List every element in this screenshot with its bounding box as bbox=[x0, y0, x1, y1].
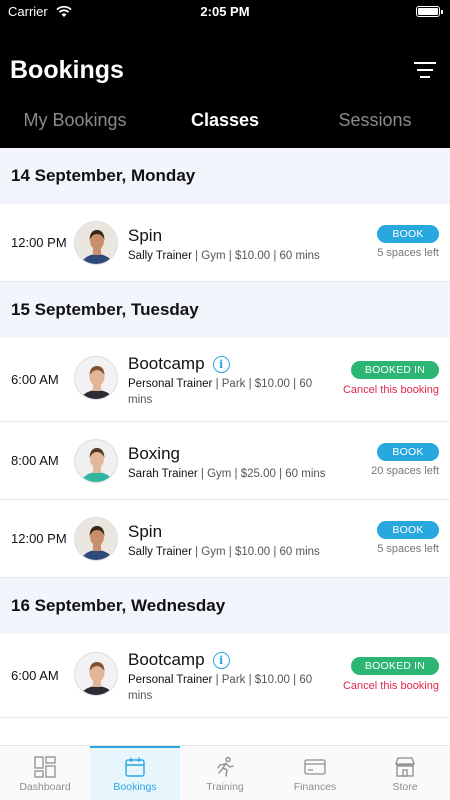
class-info: Bootcamp i Personal Trainer | Park | $10.… bbox=[128, 354, 328, 408]
booking-row[interactable]: 12:00 PM Spin Sally Trainer | Gym | $10.… bbox=[0, 204, 450, 282]
tab-store[interactable]: Store bbox=[360, 746, 450, 800]
page-title: Bookings bbox=[10, 56, 124, 84]
info-icon[interactable]: i bbox=[212, 355, 230, 373]
booking-row[interactable]: 8:00 AM Boxing Sarah Trainer | Gym | $25… bbox=[0, 422, 450, 500]
book-button[interactable]: BOOK bbox=[377, 521, 439, 539]
class-info: Spin Sally Trainer | Gym | $10.00 | 60 m… bbox=[128, 226, 328, 264]
class-name: Bootcamp bbox=[128, 650, 205, 669]
spaces-left: 5 spaces left bbox=[377, 247, 439, 259]
class-time: 12:00 PM bbox=[11, 531, 67, 546]
tab-bookings[interactable]: Bookings bbox=[90, 746, 180, 800]
trainer-avatar bbox=[74, 439, 118, 483]
class-details: Sally Trainer | Gym | $10.00 | 60 mins bbox=[128, 248, 328, 264]
trainer-avatar bbox=[74, 356, 118, 400]
tab-training[interactable]: Training bbox=[180, 746, 270, 800]
info-icon[interactable]: i bbox=[212, 651, 230, 669]
class-info: Boxing Sarah Trainer | Gym | $25.00 | 60… bbox=[128, 444, 328, 482]
class-time: 6:00 AM bbox=[11, 372, 59, 387]
trainer-name: Sally Trainer bbox=[128, 250, 192, 262]
tab-sessions[interactable]: Sessions bbox=[300, 106, 450, 138]
tab-label: Dashboard bbox=[19, 781, 71, 793]
dashboard-icon bbox=[34, 756, 56, 778]
class-name: Boxing bbox=[128, 444, 180, 463]
book-button[interactable]: BOOK bbox=[377, 443, 439, 461]
booking-action: BOOKED IN Cancel this booking bbox=[343, 656, 439, 692]
book-button[interactable]: BOOK bbox=[377, 225, 439, 243]
day-header: 14 September, Monday bbox=[0, 148, 450, 204]
booking-row[interactable]: 6:00 AM Bootcamp i Personal Trainer | Par… bbox=[0, 634, 450, 718]
app-header: Bookings My Bookings Classes Sessions bbox=[0, 24, 450, 148]
day-header: 16 September, Wednesday bbox=[0, 578, 450, 634]
class-name: Spin bbox=[128, 226, 163, 245]
class-meta: | Gym | $25.00 | 60 mins bbox=[197, 468, 326, 480]
spaces-left: 20 spaces left bbox=[371, 465, 439, 477]
trainer-avatar bbox=[74, 517, 118, 561]
tab-label: Store bbox=[392, 781, 418, 793]
class-name: Bootcamp bbox=[128, 354, 205, 373]
tab-dashboard[interactable]: Dashboard bbox=[0, 746, 90, 800]
trainer-avatar bbox=[74, 221, 118, 265]
filter-icon[interactable] bbox=[412, 62, 438, 82]
status-bar: Carrier 2:05 PM bbox=[0, 0, 450, 24]
running-person-icon bbox=[217, 756, 234, 777]
day-header: 15 September, Tuesday bbox=[0, 282, 450, 338]
bottom-tab-bar: Dashboard Bookings Training Finances Sto… bbox=[0, 745, 450, 800]
tab-label: Finances bbox=[293, 781, 337, 793]
class-info: Bootcamp i Personal Trainer | Park | $10.… bbox=[128, 650, 328, 704]
bookings-screen: Carrier 2:05 PM Bookings My Bookings Cla… bbox=[0, 0, 450, 800]
class-name: Spin bbox=[128, 522, 163, 541]
clock: 2:05 PM bbox=[200, 4, 250, 19]
card-icon bbox=[304, 759, 326, 775]
tab-label: Bookings bbox=[113, 781, 157, 793]
booked-in-button[interactable]: BOOKED IN bbox=[351, 657, 439, 675]
battery-icon bbox=[416, 6, 443, 17]
spaces-left: 5 spaces left bbox=[377, 543, 439, 555]
booked-in-button[interactable]: BOOKED IN bbox=[351, 361, 439, 379]
calendar-icon bbox=[125, 757, 145, 777]
booking-action: BOOK 20 spaces left bbox=[371, 442, 439, 477]
class-details: Personal Trainer | Park | $10.00 | 60 mi… bbox=[128, 376, 328, 408]
booking-row[interactable]: 6:00 AM Bootcamp i Personal Trainer | Par… bbox=[0, 338, 450, 422]
class-meta: | Gym | $10.00 | 60 mins bbox=[191, 250, 320, 262]
class-details: Personal Trainer | Park | $10.00 | 60 mi… bbox=[128, 672, 328, 704]
cancel-booking-link[interactable]: Cancel this booking bbox=[343, 384, 439, 396]
booking-action: BOOKED IN Cancel this booking bbox=[343, 360, 439, 396]
class-details: Sally Trainer | Gym | $10.00 | 60 mins bbox=[128, 544, 328, 560]
trainer-name: Personal Trainer bbox=[128, 378, 213, 390]
store-icon bbox=[395, 757, 415, 777]
tab-label: Training bbox=[206, 781, 244, 793]
segment-tabs: My Bookings Classes Sessions bbox=[0, 106, 450, 138]
trainer-name: Personal Trainer bbox=[128, 674, 213, 686]
class-details: Sarah Trainer | Gym | $25.00 | 60 mins bbox=[128, 466, 328, 482]
tab-my-bookings[interactable]: My Bookings bbox=[0, 106, 150, 138]
booking-action: BOOK 5 spaces left bbox=[377, 520, 439, 555]
cancel-booking-link[interactable]: Cancel this booking bbox=[343, 680, 439, 692]
trainer-avatar bbox=[74, 652, 118, 696]
booking-row[interactable]: 12:00 PM Spin Sally Trainer | Gym | $10.… bbox=[0, 500, 450, 578]
bookings-list[interactable]: 14 September, Monday 12:00 PM Spin Sally… bbox=[0, 148, 450, 745]
class-meta: | Gym | $10.00 | 60 mins bbox=[191, 546, 320, 558]
class-time: 12:00 PM bbox=[11, 235, 67, 250]
class-info: Spin Sally Trainer | Gym | $10.00 | 60 m… bbox=[128, 522, 328, 560]
class-time: 6:00 AM bbox=[11, 668, 59, 683]
tab-classes[interactable]: Classes bbox=[150, 106, 300, 138]
trainer-name: Sarah Trainer bbox=[128, 468, 198, 480]
booking-action: BOOK 5 spaces left bbox=[377, 224, 439, 259]
trainer-name: Sally Trainer bbox=[128, 546, 192, 558]
class-time: 8:00 AM bbox=[11, 453, 59, 468]
tab-finances[interactable]: Finances bbox=[270, 746, 360, 800]
